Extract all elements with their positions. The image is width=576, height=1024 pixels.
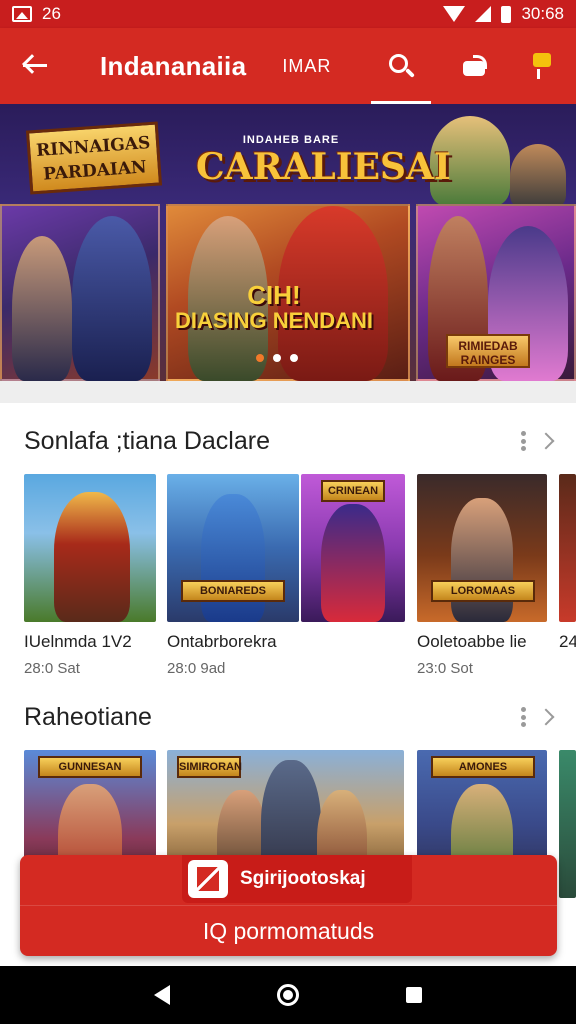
banner-panel-left xyxy=(0,204,160,381)
carousel-dot[interactable] xyxy=(256,354,264,362)
banner-mid-text: CIH! DIASING NENDANI xyxy=(174,282,374,334)
game-tag: SIMIRORAN xyxy=(177,756,242,778)
game-thumbnail: BONIAREDS xyxy=(167,474,299,622)
tab-label[interactable]: IMAR xyxy=(282,56,331,77)
search-icon xyxy=(387,52,416,80)
status-left-text: 26 xyxy=(42,4,61,23)
carousel-dots xyxy=(256,354,298,362)
system-nav-bar xyxy=(0,966,576,1024)
banner-mid-line-1: CIH! xyxy=(247,280,301,310)
game-thumbnail: CRINEAN xyxy=(301,474,405,622)
game-thumbnail xyxy=(559,750,576,898)
status-bar: 26 30:68 xyxy=(0,0,576,28)
more-options-icon[interactable] xyxy=(520,431,526,451)
featured-banner[interactable]: RINNAIGAS PARDAIAN INDAHEB BARE CARALIES… xyxy=(0,104,576,381)
status-time: 30:68 xyxy=(521,4,564,23)
app-bar: Indananaiia IMAR xyxy=(0,28,576,104)
banner-headline: CARALIESAI xyxy=(196,146,451,188)
game-tag: GUNNESAN xyxy=(38,756,142,778)
battery-icon xyxy=(501,5,512,23)
game-title: Ooletoabbe lie xyxy=(417,632,527,651)
game-meta: 28:0 Sat xyxy=(24,660,80,677)
more-options-icon[interactable] xyxy=(520,707,526,727)
section-title: Raheotiane xyxy=(24,702,152,731)
nav-back-icon[interactable] xyxy=(153,985,170,1005)
game-title: Ontabrborekra xyxy=(167,632,277,651)
back-arrow-icon[interactable] xyxy=(20,51,50,81)
carousel-dot[interactable] xyxy=(290,354,298,362)
banner-mid-line-2: DIASING NENDANI xyxy=(174,308,373,333)
game-thumbnail xyxy=(24,474,156,622)
promo-top[interactable]: Sgirijootoskaj xyxy=(182,855,412,903)
game-tag: LOROMAAS xyxy=(431,580,535,602)
game-card[interactable] xyxy=(559,750,576,898)
promo-logo-icon xyxy=(188,860,228,898)
game-tag: BONIAREDS xyxy=(181,580,285,602)
banner-right-badge: RIMIEDAB RAINGES xyxy=(446,334,530,368)
hero-figure xyxy=(510,144,566,208)
game-tag: CRINEAN xyxy=(321,480,385,502)
wifi-icon xyxy=(443,6,466,22)
section-title: Sonlafa ;tiana Daclare xyxy=(24,426,270,455)
cart-icon[interactable] xyxy=(531,51,557,81)
app-title: Indananaiia xyxy=(100,50,247,81)
cast-icon[interactable] xyxy=(461,55,488,77)
chevron-right-icon[interactable] xyxy=(537,432,555,450)
section-divider xyxy=(0,381,576,403)
search-button[interactable] xyxy=(371,28,432,104)
game-tag: AMONES xyxy=(431,756,535,778)
game-meta: 28:0 9ad xyxy=(167,660,226,677)
game-card[interactable]: CRINEAN xyxy=(301,474,405,632)
game-card[interactable]: LOROMAAS Ooletoabbe lie 23:0 Sot xyxy=(417,474,547,677)
section-header: Sonlafa ;tiana Daclare xyxy=(24,424,555,458)
section-header: Raheotiane xyxy=(24,700,555,734)
game-thumbnail xyxy=(559,474,576,622)
nav-recents-icon[interactable] xyxy=(406,987,423,1003)
chevron-right-icon[interactable] xyxy=(537,708,555,726)
promo-banner[interactable]: Sgirijootoskaj IQ pormomatuds xyxy=(20,855,557,956)
promo-action-button[interactable]: IQ pormomatuds xyxy=(20,905,557,956)
image-notification-icon xyxy=(12,6,32,22)
promo-top-label: Sgirijootoskaj xyxy=(240,868,366,889)
signal-icon xyxy=(475,6,492,22)
game-card[interactable]: BONIAREDS Ontabrborekra 28:0 9ad xyxy=(167,474,299,677)
game-thumbnail: LOROMAAS xyxy=(417,474,547,622)
game-meta: 23:0 Sot xyxy=(417,660,473,677)
game-card[interactable]: 24 xyxy=(559,474,576,652)
game-title: IUelnmda 1V2 xyxy=(24,632,132,651)
carousel-dot[interactable] xyxy=(273,354,281,362)
banner-headline-top: INDAHEB BARE xyxy=(242,134,340,146)
banner-logo-left: RINNAIGAS PARDAIAN xyxy=(25,121,163,195)
nav-home-icon[interactable] xyxy=(276,984,299,1006)
game-title: 24 xyxy=(559,632,576,651)
promo-action-label: IQ pormomatuds xyxy=(202,917,375,944)
game-card[interactable]: IUelnmda 1V2 28:0 Sat xyxy=(24,474,156,677)
